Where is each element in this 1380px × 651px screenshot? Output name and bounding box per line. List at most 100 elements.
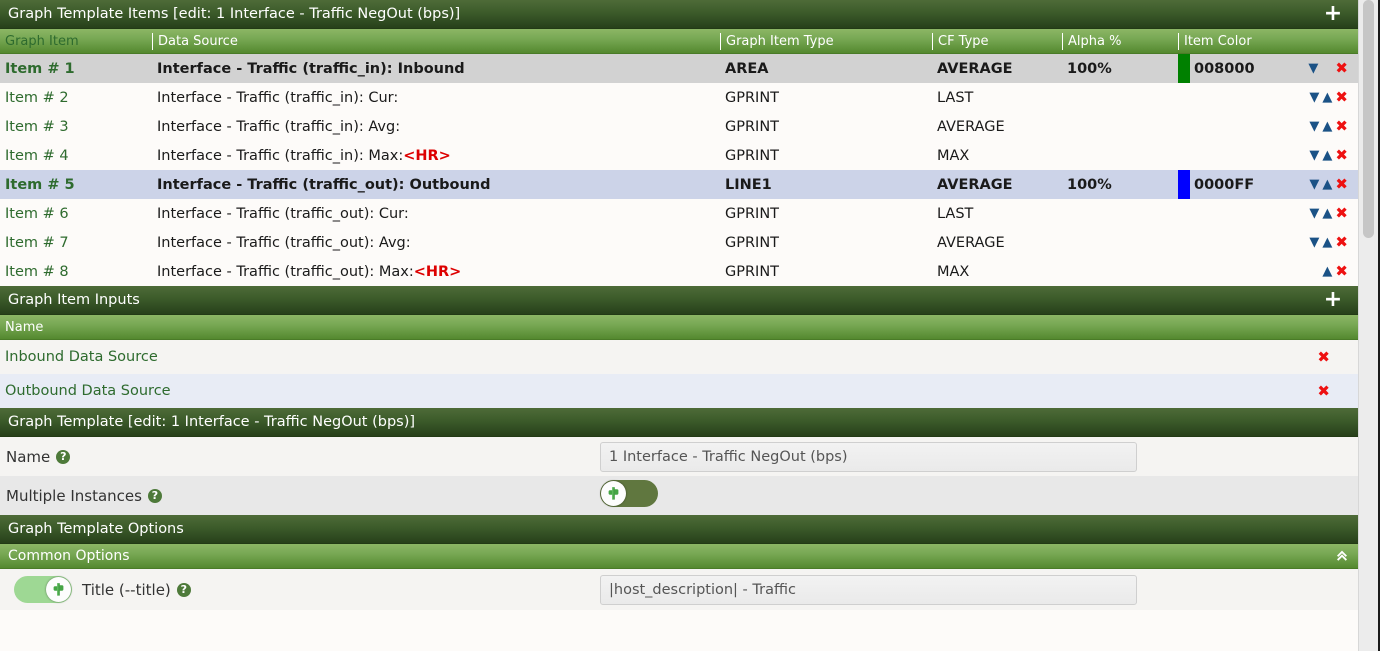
delete-icon[interactable]: ✖ [1335,90,1348,105]
row-actions: ▼ ▲ ✖ [1298,206,1358,221]
table-row[interactable]: Item # 6 Interface - Traffic (traffic_out… [0,199,1358,228]
cf-type-value: AVERAGE [937,118,1005,135]
title-option-toggle[interactable] [14,576,72,603]
move-up-icon[interactable]: ▲ [1322,236,1332,249]
cf-type-value: LAST [937,205,974,222]
help-icon[interactable]: ? [176,582,191,597]
color-swatch [1178,54,1190,83]
column-header-alpha[interactable]: Alpha % [1062,32,1178,50]
data-source-label[interactable]: Interface - Traffic (traffic_in): Cur: [152,90,720,106]
column-header-graph-item-type[interactable]: Graph Item Type [720,32,932,50]
row-actions: ▼ ▲ ✖ [1298,235,1358,250]
graph-item-label[interactable]: Item # 2 [0,90,152,106]
delete-icon[interactable]: ✖ [1335,177,1348,192]
data-source-label[interactable]: Interface - Traffic (traffic_out): Outbo… [152,177,720,193]
data-source-label[interactable]: Interface - Traffic (traffic_in): Inboun… [152,61,720,77]
vertical-scrollbar[interactable] [1358,0,1380,651]
graph-item-label[interactable]: Item # 1 [0,61,152,77]
help-icon[interactable]: ? [56,449,71,464]
data-source-label[interactable]: Interface - Traffic (traffic_in): Max:<H… [152,148,720,164]
field-row-name: Name ? 1 Interface - Traffic NegOut (bps… [0,437,1358,476]
chevron-double-up-icon[interactable] [1334,547,1350,566]
add-graph-item-input-button[interactable]: + [1322,289,1344,311]
move-down-icon[interactable]: ▼ [1309,207,1319,220]
graph-item-label[interactable]: Item # 3 [0,119,152,135]
column-header-data-source[interactable]: Data Source [152,32,720,50]
help-icon[interactable]: ? [147,488,162,503]
move-up-icon[interactable]: ▲ [1322,207,1332,220]
delete-icon[interactable]: ✖ [1335,148,1348,163]
data-source-label[interactable]: Interface - Traffic (traffic_out): Max:<… [152,264,720,280]
name-field-label: Name [6,447,51,466]
delete-icon[interactable]: ✖ [1335,61,1348,76]
table-row[interactable]: Item # 4 Interface - Traffic (traffic_in)… [0,141,1358,170]
graph-item-inputs-table-body: Inbound Data Source ✖ Outbound Data Source… [0,340,1358,408]
move-up-icon[interactable]: ▲ [1322,265,1332,278]
data-source-label[interactable]: Interface - Traffic (traffic_out): Cur: [152,206,720,222]
graph-item-inputs-section-header: Graph Item Inputs + [0,286,1358,315]
add-graph-item-button[interactable]: + [1322,3,1344,25]
item-color-cell [1178,141,1298,170]
move-up-icon[interactable]: ▲ [1322,178,1332,191]
table-row[interactable]: Item # 2 Interface - Traffic (traffic_in)… [0,83,1358,112]
graph-item-type-value: GPRINT [725,263,780,280]
option-row-title: Title (--title) ? |host_description| - T… [0,569,1358,610]
row-actions: ▲ ✖ [1298,264,1358,279]
cactus-icon [53,583,64,596]
hr-tag: <HR> [413,263,462,280]
graph-item-label[interactable]: Item # 4 [0,148,152,164]
graph-item-type-value: AREA [725,60,769,77]
delete-icon[interactable]: ✖ [1335,119,1348,134]
column-header-cf-type[interactable]: CF Type [932,32,1062,50]
move-down-icon[interactable]: ▼ [1309,236,1319,249]
color-swatch [1178,170,1190,199]
delete-icon[interactable]: ✖ [1317,383,1358,399]
graph-item-type-value: GPRINT [725,205,780,222]
table-row[interactable]: Item # 1 Interface - Traffic (traffic_in)… [0,54,1358,83]
move-down-icon[interactable]: ▼ [1309,91,1319,104]
table-row[interactable]: Item # 7 Interface - Traffic (traffic_out… [0,228,1358,257]
move-down-icon[interactable]: ▼ [1309,120,1319,133]
alpha-value: 100% [1067,60,1112,77]
title-input[interactable]: |host_description| - Traffic [600,574,1137,605]
graph-item-input-name[interactable]: Inbound Data Source [5,349,1317,365]
table-row[interactable]: Item # 8 Interface - Traffic (traffic_out… [0,257,1358,286]
title-option-label: Title (--title) [82,580,171,599]
graph-item-label[interactable]: Item # 6 [0,206,152,222]
list-item[interactable]: Outbound Data Source ✖ [0,374,1358,408]
item-color-cell [1178,257,1298,286]
graph-item-input-name[interactable]: Outbound Data Source [5,383,1317,399]
move-down-icon[interactable]: ▼ [1309,149,1319,162]
multiple-instances-toggle[interactable] [600,480,658,507]
move-up-icon[interactable]: ▲ [1322,91,1332,104]
item-color-cell [1178,112,1298,141]
graph-item-label[interactable]: Item # 5 [0,177,152,193]
delete-icon[interactable]: ✖ [1335,264,1348,279]
table-row[interactable]: Item # 5 Interface - Traffic (traffic_out… [0,170,1358,199]
scrollbar-thumb[interactable] [1363,0,1374,238]
row-actions: ▼ ▲ ✖ [1298,119,1358,134]
move-up-icon[interactable]: ▲ [1322,149,1332,162]
graph-item-label[interactable]: Item # 8 [0,264,152,280]
delete-icon[interactable]: ✖ [1317,349,1358,365]
delete-icon[interactable]: ✖ [1335,235,1348,250]
graph-item-inputs-column-headers: Name [0,315,1358,340]
row-actions: ▼ ▲ ✖ [1298,148,1358,163]
table-row[interactable]: Item # 3 Interface - Traffic (traffic_in)… [0,112,1358,141]
multiple-instances-toggle-wrap [600,480,658,511]
data-source-label[interactable]: Interface - Traffic (traffic_in): Avg: [152,119,720,135]
column-header-item-color[interactable]: Item Color [1178,32,1358,50]
name-input[interactable]: 1 Interface - Traffic NegOut (bps) [600,441,1137,472]
move-up-icon[interactable]: ▲ [1322,120,1332,133]
delete-icon[interactable]: ✖ [1335,206,1348,221]
cf-type-value: LAST [937,89,974,106]
common-options-bar[interactable]: Common Options [0,544,1358,569]
column-header-name[interactable]: Name [5,320,43,335]
list-item[interactable]: Inbound Data Source ✖ [0,340,1358,374]
graph-item-label[interactable]: Item # 7 [0,235,152,251]
column-header-graph-item[interactable]: Graph Item [0,33,152,50]
cf-type-value: AVERAGE [937,60,1013,77]
move-down-icon[interactable]: ▼ [1308,62,1318,75]
data-source-label[interactable]: Interface - Traffic (traffic_out): Avg: [152,235,720,251]
move-down-icon[interactable]: ▼ [1309,178,1319,191]
